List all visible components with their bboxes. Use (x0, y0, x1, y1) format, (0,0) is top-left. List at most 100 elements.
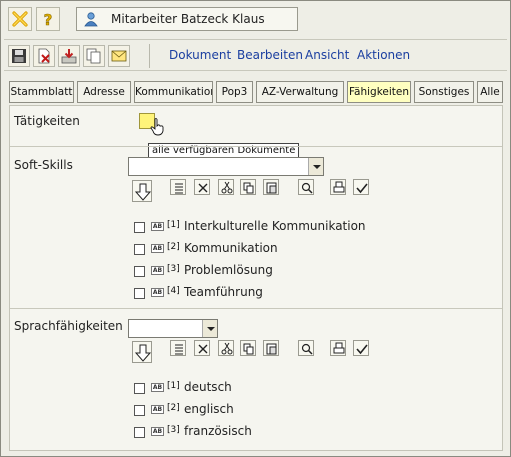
cut-icon (221, 181, 233, 194)
sprach-copy-button[interactable] (240, 340, 256, 356)
menu-bearbeiten[interactable]: Bearbeiten (237, 48, 303, 62)
copy-icon (86, 48, 101, 64)
item-label[interactable]: englisch (184, 402, 234, 416)
export-button[interactable] (58, 45, 80, 67)
help-question-icon: ? (43, 11, 53, 28)
item-label[interactable]: deutsch (184, 380, 232, 394)
sprach-print-button[interactable] (330, 340, 346, 356)
check-icon (356, 183, 368, 194)
sprach-add-button[interactable] (132, 341, 152, 363)
sprach-paste-button[interactable] (263, 340, 279, 356)
softskills-cut-button[interactable] (218, 179, 234, 195)
divider (10, 308, 502, 309)
ab-text-icon: AB (151, 427, 164, 436)
delete-button[interactable] (33, 45, 55, 67)
sprach-remove-button[interactable] (194, 340, 210, 356)
mail-icon (111, 50, 127, 62)
cut-icon (221, 342, 233, 355)
chevron-down-icon[interactable] (202, 320, 217, 337)
ab-text-icon: AB (151, 222, 164, 231)
tab-bar: Stammblatt Adresse Kommunikation Pop3 AZ… (9, 81, 503, 103)
language-checkbox[interactable] (134, 383, 145, 394)
ab-text-icon: AB (151, 383, 164, 392)
tab-alle[interactable]: Alle (477, 81, 503, 103)
softskill-checkbox[interactable] (134, 222, 145, 233)
tab-adresse[interactable]: Adresse (77, 81, 131, 103)
language-checkbox[interactable] (134, 427, 145, 438)
softskills-select[interactable] (128, 157, 324, 176)
softskills-list-button[interactable] (170, 179, 186, 195)
section-label-softskills: Soft-Skills (14, 158, 73, 172)
tab-faehigkeiten[interactable]: Fähigkeiten (347, 81, 411, 103)
delete-icon (38, 48, 50, 64)
section-label-sprachfaehigkeiten: Sprachfähigkeiten (14, 319, 123, 333)
tab-kommunikation[interactable]: Kommunikation (134, 81, 213, 103)
chevron-down-icon[interactable] (308, 158, 323, 175)
remove-x-icon (198, 344, 208, 354)
help-button[interactable]: ? (36, 7, 60, 31)
person-icon (84, 12, 98, 27)
svg-text:?: ? (44, 11, 53, 28)
save-icon (12, 49, 26, 63)
toolbar-separator (149, 44, 150, 68)
menu-aktionen[interactable]: Aktionen (357, 48, 410, 62)
item-number: [3] (167, 264, 180, 274)
softskill-checkbox[interactable] (134, 288, 145, 299)
copy-icon (243, 343, 254, 355)
item-number: [2] (167, 242, 180, 252)
item-label[interactable]: französisch (184, 424, 252, 438)
close-x-icon (12, 11, 28, 27)
item-label[interactable]: Interkulturelle Kommunikation (184, 219, 366, 233)
hand-cursor-icon (150, 118, 164, 136)
page-title: Mitarbeiter Batzeck Klaus (111, 12, 265, 26)
toolbar: Dokument Bearbeiten Ansicht Aktionen (4, 39, 507, 71)
item-label[interactable]: Kommunikation (184, 241, 278, 255)
paste-icon (266, 343, 277, 355)
close-button[interactable] (8, 7, 32, 31)
tab-stammblatt[interactable]: Stammblatt (9, 81, 74, 103)
softskills-check-button[interactable] (353, 179, 369, 195)
paste-icon (266, 182, 277, 194)
search-icon (301, 182, 313, 194)
item-label[interactable]: Teamführung (184, 285, 263, 299)
softskills-copy-button[interactable] (240, 179, 256, 195)
item-label[interactable]: Problemlösung (184, 263, 273, 277)
softskill-checkbox[interactable] (134, 244, 145, 255)
softskills-search-button[interactable] (298, 179, 314, 195)
list-icon (175, 344, 183, 355)
softskill-checkbox[interactable] (134, 266, 145, 277)
language-checkbox[interactable] (134, 405, 145, 416)
tab-pop3[interactable]: Pop3 (216, 81, 253, 103)
copy-button[interactable] (83, 45, 105, 67)
save-button[interactable] (8, 45, 30, 67)
sprach-select[interactable] (128, 319, 218, 338)
item-number: [1] (167, 381, 180, 391)
title-pill: Mitarbeiter Batzeck Klaus (76, 7, 298, 31)
print-icon (333, 181, 345, 193)
list-icon (175, 183, 183, 194)
softskills-print-button[interactable] (330, 179, 346, 195)
check-icon (356, 344, 368, 355)
remove-x-icon (198, 183, 208, 193)
sprach-check-button[interactable] (353, 340, 369, 356)
ab-text-icon: AB (151, 244, 164, 253)
sprach-search-button[interactable] (298, 340, 314, 356)
mail-button[interactable] (108, 45, 130, 67)
softskills-add-button[interactable] (132, 180, 152, 202)
sprach-list-button[interactable] (170, 340, 186, 356)
item-number: [3] (167, 425, 180, 435)
sprach-cut-button[interactable] (218, 340, 234, 356)
tab-az-verwaltung[interactable]: AZ-Verwaltung (256, 81, 344, 103)
ab-text-icon: AB (151, 266, 164, 275)
softskills-paste-button[interactable] (263, 179, 279, 195)
softskills-remove-button[interactable] (194, 179, 210, 195)
tab-sonstiges[interactable]: Sonstiges (414, 81, 474, 103)
menu-dokument[interactable]: Dokument (169, 48, 231, 62)
menu-ansicht[interactable]: Ansicht (305, 48, 349, 62)
export-icon (61, 49, 77, 64)
arrow-down-icon (134, 183, 152, 201)
divider (10, 146, 502, 147)
print-icon (333, 342, 345, 354)
item-number: [1] (167, 220, 180, 230)
content-panel: Tätigkeiten alle verfügbaren Dokumente S… (9, 105, 503, 451)
